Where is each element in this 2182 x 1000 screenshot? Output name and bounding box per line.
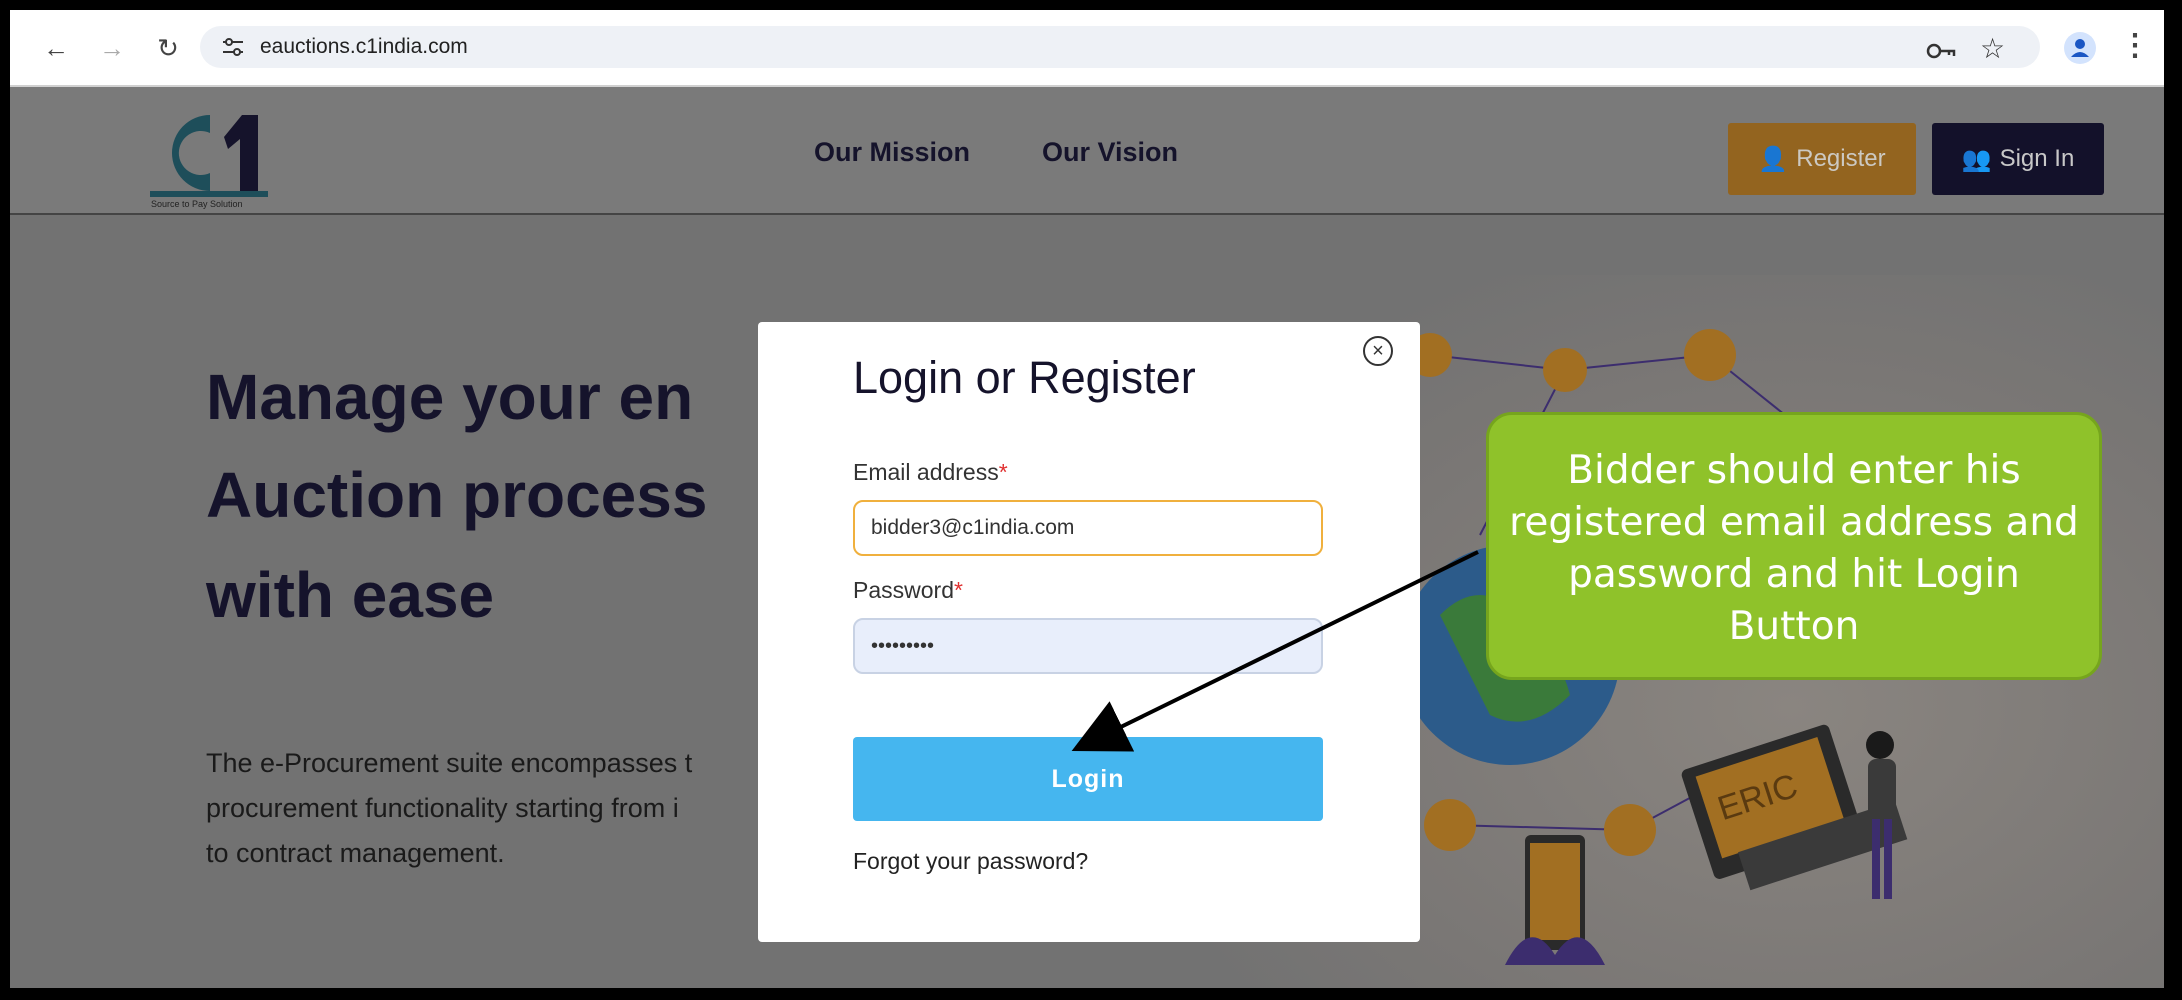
callout-text: Bidder should enter his registered email… [1509,448,2079,649]
menu-icon[interactable]: ⋮ [2120,28,2150,63]
required-mark: * [953,577,963,603]
close-icon[interactable]: × [1363,336,1393,366]
url-text[interactable]: eauctions.c1india.com [260,26,468,68]
c1-logo [150,115,268,197]
required-mark: * [998,459,1008,485]
star-icon[interactable]: ☆ [1980,32,2005,65]
reload-icon[interactable]: ↻ [150,30,186,66]
register-button[interactable]: 👤 Register [1728,123,1916,195]
back-arrow-icon[interactable]: ← [38,30,74,66]
hero-headline-line-3: with ease [206,559,495,631]
hero-paragraph-line-2: procurement functionality starting from … [206,793,679,823]
site-settings-icon[interactable] [220,34,246,60]
hero-paragraph-line-3: to contract management. [206,838,505,868]
email-field[interactable] [853,500,1323,556]
sign-in-button[interactable]: 👥 Sign In [1932,123,2104,195]
forward-arrow-icon[interactable]: → [94,30,130,66]
email-label: Email address* [853,459,1008,486]
email-label-text: Email address [853,459,999,485]
hero-headline-line-1: Manage your en [206,361,694,433]
profile-icon[interactable] [2064,32,2096,64]
users-icon: 👥 [1961,145,1992,173]
register-label: Register [1796,145,1886,172]
screen-frame: ← → ↻ eauctions.c1india.com ☆ ⋮ Source t… [10,10,2164,988]
password-label-text: Password [853,577,954,603]
logo-tagline: Source to Pay Solution [151,199,243,209]
sign-in-label: Sign In [1999,145,2075,172]
hero-headline-line-2: Auction process [206,459,708,531]
nav-our-vision[interactable]: Our Vision [1042,137,1178,168]
password-field[interactable] [853,618,1323,674]
modal-title: Login or Register [853,352,1196,403]
login-modal: × Login or Register Email address* Passw… [758,322,1420,942]
forgot-password-link[interactable]: Forgot your password? [853,848,1088,875]
browser-toolbar: ← → ↻ eauctions.c1india.com ☆ ⋮ [10,10,2164,87]
add-user-icon: 👤 [1758,145,1789,173]
hero-paragraph-line-1: The e-Procurement suite encompasses t [206,748,693,778]
site-header: Source to Pay Solution Our Mission Our V… [10,87,2164,215]
instruction-callout: Bidder should enter his registered email… [1486,412,2102,680]
password-label: Password* [853,577,963,604]
address-bar[interactable]: eauctions.c1india.com [200,26,2040,68]
nav-our-mission[interactable]: Our Mission [814,137,970,168]
key-icon[interactable] [1926,39,1956,67]
login-button[interactable]: Login [853,737,1323,821]
